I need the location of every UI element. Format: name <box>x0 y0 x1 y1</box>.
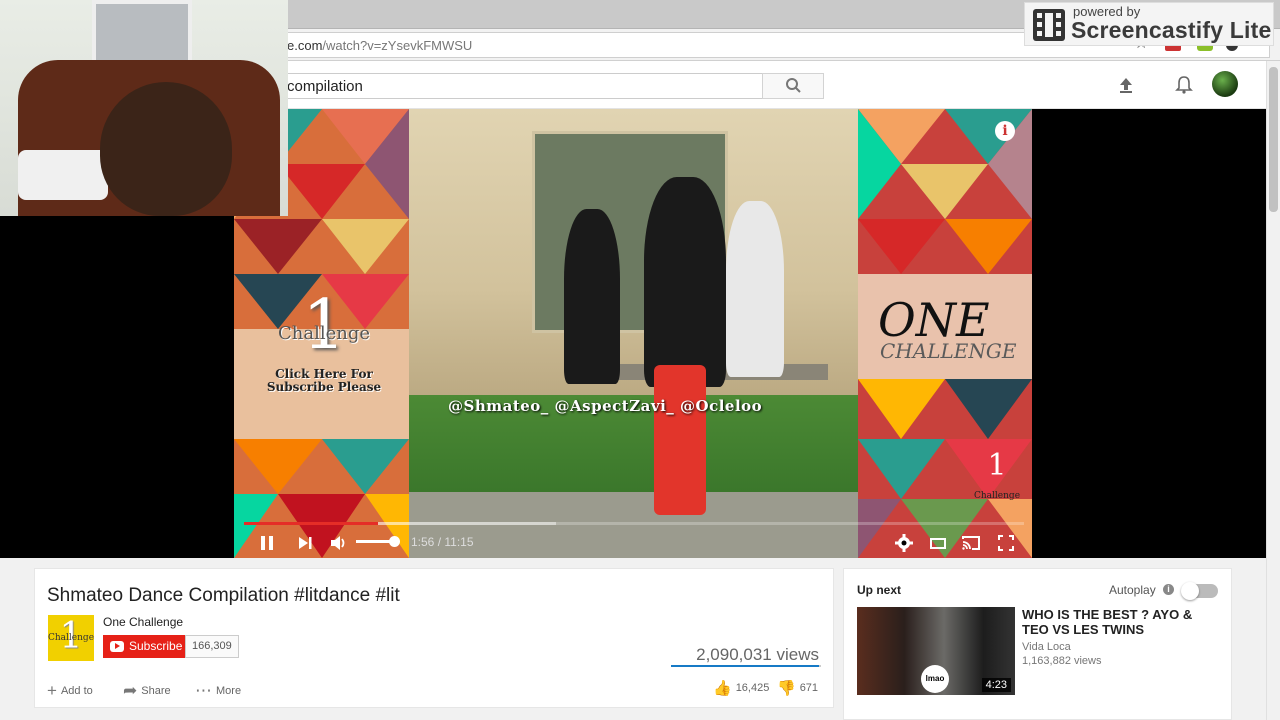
time-display: 1:56 / 11:15 <box>411 535 474 549</box>
channel-logo-overlay: 1 Challenge Click Here For Subscribe Ple… <box>266 286 382 394</box>
thumbs-up-icon: 👍 <box>713 680 732 697</box>
subscribe-button[interactable]: Subscribe <box>103 635 185 658</box>
webcam-pillow <box>18 150 108 200</box>
info-icon[interactable]: i <box>1163 584 1174 595</box>
share-button[interactable]: ➦ Share <box>123 681 171 701</box>
video-frame[interactable]: 1 Challenge Click Here For Subscribe Ple… <box>234 109 1032 558</box>
pause-button[interactable] <box>256 532 278 554</box>
autoplay-toggle[interactable] <box>1181 582 1218 600</box>
volume-slider-handle[interactable] <box>388 536 400 547</box>
seek-bar[interactable] <box>244 522 1024 525</box>
youtube-play-icon <box>110 641 124 652</box>
next-button[interactable] <box>294 532 316 554</box>
upload-icon[interactable] <box>1114 73 1138 97</box>
address-bar-url: e.com/watch?v=zYsevkFMWSU <box>287 38 473 53</box>
channel-watermark: 1 Challenge <box>974 448 1021 502</box>
dancer <box>564 209 620 384</box>
seek-bar-played <box>244 522 379 525</box>
dislike-count: 671 <box>799 681 819 694</box>
cast-button[interactable] <box>960 532 982 554</box>
subscribe-label: Subscribe <box>129 639 183 653</box>
video-title: Shmateo Dance Compilation #litdance #lit <box>47 585 400 606</box>
notifications-bell-icon[interactable] <box>1172 73 1196 97</box>
webcam-overlay <box>0 0 288 216</box>
theater-mode-icon <box>930 538 946 549</box>
related-video-title[interactable]: WHO IS THE BEST ? AYO & TEO VS LES TWINS <box>1022 607 1222 637</box>
mute-button[interactable] <box>327 532 349 554</box>
pause-icon <box>261 536 273 550</box>
related-video-thumbnail[interactable]: lmao 4:23 <box>857 607 1015 695</box>
thumbs-down-icon: 👎 <box>777 680 796 697</box>
film-icon <box>1033 9 1065 41</box>
like-ratio-bar <box>671 665 821 667</box>
fullscreen-button[interactable] <box>995 532 1017 554</box>
gear-icon <box>895 534 913 552</box>
video-info-card: Shmateo Dance Compilation #litdance #lit… <box>34 568 834 708</box>
settings-button[interactable] <box>893 532 915 554</box>
search-icon <box>786 78 801 93</box>
next-icon <box>299 537 312 549</box>
search-query: compilation <box>287 78 363 95</box>
page-scrollbar[interactable] <box>1266 61 1280 720</box>
channel-avatar[interactable]: 1 Challenge <box>48 615 94 661</box>
more-dots-icon: ⋯ <box>195 681 212 700</box>
dislike-button[interactable]: 👎 671 <box>777 679 818 697</box>
related-video-channel: Vida Loca <box>1022 641 1071 653</box>
webcam-person <box>100 82 232 216</box>
theater-mode-button[interactable] <box>927 532 949 554</box>
add-to-button[interactable]: + Add to <box>47 681 93 701</box>
one-challenge-overlay: ONE CHALLENGE <box>878 293 1017 363</box>
search-input[interactable]: compilation <box>240 73 763 99</box>
like-count: 16,425 <box>735 681 770 694</box>
up-next-heading: Up next <box>857 583 902 597</box>
cast-icon <box>962 536 980 550</box>
video-duration: 4:23 <box>981 678 1011 692</box>
volume-icon <box>331 536 345 550</box>
channel-name-link[interactable]: One Challenge <box>103 615 183 629</box>
plus-icon: + <box>47 681 57 700</box>
thumbnail-badge: lmao <box>921 665 949 693</box>
dancer <box>644 177 726 387</box>
dancer-pants <box>654 365 706 515</box>
more-button[interactable]: ⋯ More <box>195 681 241 701</box>
subscriber-count: 166,309 <box>185 635 239 658</box>
scrollbar-thumb[interactable] <box>1269 67 1278 212</box>
fullscreen-icon <box>998 535 1014 551</box>
dancer <box>726 201 784 377</box>
share-arrow-icon: ➦ <box>123 681 138 700</box>
up-next-panel: Up next Autoplay i lmao 4:23 WHO IS THE … <box>843 568 1232 720</box>
view-count: 2,090,031 views <box>696 645 819 664</box>
video-scene-walkway <box>409 492 858 558</box>
video-handles-overlay: @Shmateo_ @AspectZavi_ @Ocleloo <box>448 397 763 415</box>
account-avatar[interactable] <box>1212 71 1238 97</box>
info-card-icon[interactable]: i <box>995 121 1015 141</box>
like-button[interactable]: 👍 16,425 <box>713 679 769 697</box>
related-video-views: 1,163,882 views <box>1022 655 1102 667</box>
screencastify-watermark: powered by Screencastify Lite <box>1024 2 1274 46</box>
watermark-brand-text: Screencastify Lite <box>1071 17 1272 43</box>
search-button[interactable] <box>762 73 824 99</box>
autoplay-label: Autoplay <box>1109 583 1156 597</box>
